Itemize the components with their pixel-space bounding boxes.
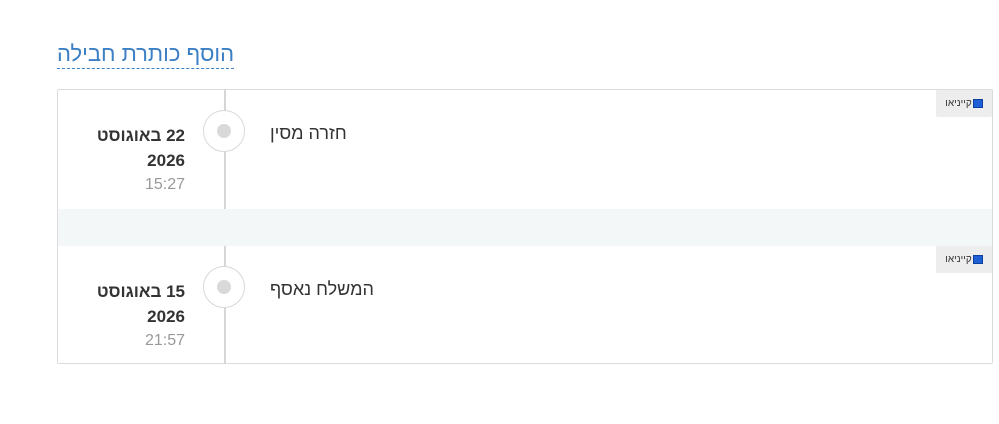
circle-dot-icon (203, 266, 245, 308)
tracking-page: הוסף כותרת חבילה 22 באוגוסט 2026 15:27 ח… (0, 0, 999, 424)
node-dot (217, 124, 231, 138)
event-status: המשלח נאסף (270, 279, 374, 299)
event-time: 15:27 (144, 176, 185, 193)
cainiao-logo-icon (972, 255, 983, 264)
carrier-badge: קייניאו (936, 246, 992, 273)
node-dot (217, 280, 231, 294)
event-day: 22 באוגוסט 2026 (96, 126, 185, 170)
carrier-name: קייניאו (945, 98, 972, 109)
timeline-event: 15 באוגוסט 2026 21:57 המשלח נאסף קייניאו (58, 246, 992, 364)
event-date: 15 באוגוסט 2026 21:57 (68, 279, 185, 353)
cainiao-logo-icon (972, 99, 983, 108)
timeline-separator (58, 209, 992, 246)
timeline-event: 22 באוגוסט 2026 15:27 חזרה מסין קייניאו (58, 90, 992, 209)
event-date: 22 באוגוסט 2026 15:27 (68, 123, 185, 197)
tracking-timeline: 22 באוגוסט 2026 15:27 חזרה מסין קייניאו … (57, 89, 993, 364)
event-status: חזרה מסין (270, 123, 347, 143)
circle-dot-icon (203, 110, 245, 152)
event-day: 15 באוגוסט 2026 (96, 282, 185, 326)
event-time: 21:57 (144, 332, 185, 349)
add-package-title-link[interactable]: הוסף כותרת חבילה (57, 40, 235, 69)
carrier-name: קייניאו (945, 254, 972, 265)
carrier-badge: קייניאו (936, 90, 992, 117)
